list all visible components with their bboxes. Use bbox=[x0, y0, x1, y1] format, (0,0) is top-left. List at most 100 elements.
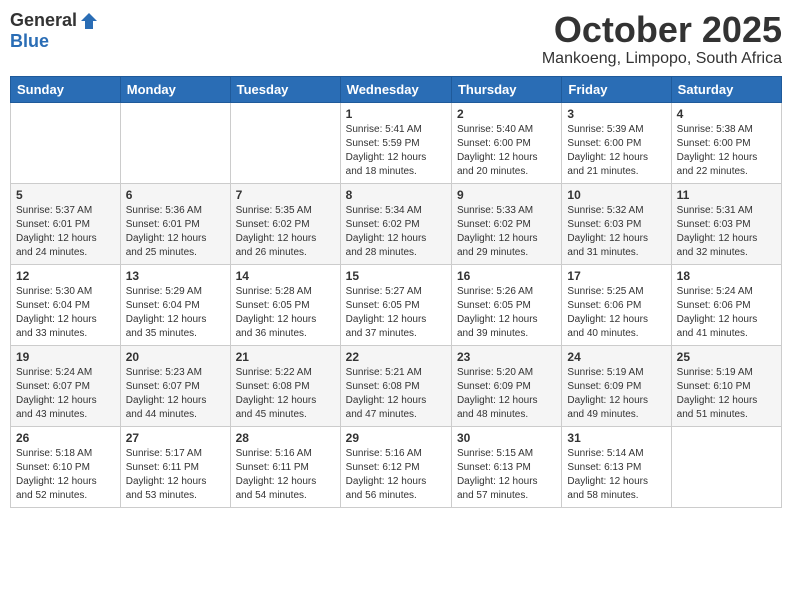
day-number: 25 bbox=[677, 350, 776, 364]
calendar-day-cell: 27 Sunrise: 5:17 AM Sunset: 6:11 PM Dayli… bbox=[120, 426, 230, 507]
day-number: 18 bbox=[677, 269, 776, 283]
calendar-day-cell: 30Sunrise: 5:15 AM Sunset: 6:13 PM Dayli… bbox=[451, 426, 561, 507]
day-info: Sunrise: 5:22 AM Sunset: 6:08 PM Dayligh… bbox=[236, 366, 335, 422]
day-number: 20 bbox=[126, 350, 225, 364]
day-number: 8 bbox=[346, 188, 446, 202]
day-info: Sunrise: 5:34 AM Sunset: 6:02 PM Dayligh… bbox=[346, 204, 446, 260]
day-info: Sunrise: 5:16 AM Sunset: 6:12 PM Dayligh… bbox=[346, 447, 446, 503]
calendar-day-cell: 29Sunrise: 5:16 AM Sunset: 6:12 PM Dayli… bbox=[340, 426, 451, 507]
day-info: Sunrise: 5:39 AM Sunset: 6:00 PM Dayligh… bbox=[567, 123, 665, 179]
calendar-day-cell: 4 Sunrise: 5:38 AM Sunset: 6:00 PM Daylig… bbox=[671, 102, 781, 183]
day-number: 2 bbox=[457, 107, 556, 121]
day-info: Sunrise: 5:18 AM Sunset: 6:10 PM Dayligh… bbox=[16, 447, 115, 503]
calendar-day-cell: 28 Sunrise: 5:16 AM Sunset: 6:11 PM Dayli… bbox=[230, 426, 340, 507]
day-info: Sunrise: 5:17 AM Sunset: 6:11 PM Dayligh… bbox=[126, 447, 225, 503]
calendar-day-cell: 16 Sunrise: 5:26 AM Sunset: 6:05 PM Dayli… bbox=[451, 264, 561, 345]
calendar-day-cell: 25 Sunrise: 5:19 AM Sunset: 6:10 PM Dayli… bbox=[671, 345, 781, 426]
calendar-day-cell bbox=[11, 102, 121, 183]
calendar-day-cell: 1Sunrise: 5:41 AM Sunset: 5:59 PM Daylig… bbox=[340, 102, 451, 183]
calendar-day-cell: 2 Sunrise: 5:40 AM Sunset: 6:00 PM Daylig… bbox=[451, 102, 561, 183]
weekday-header: Monday bbox=[120, 76, 230, 102]
day-info: Sunrise: 5:40 AM Sunset: 6:00 PM Dayligh… bbox=[457, 123, 556, 179]
day-info: Sunrise: 5:24 AM Sunset: 6:07 PM Dayligh… bbox=[16, 366, 115, 422]
logo-icon bbox=[79, 11, 99, 31]
day-number: 23 bbox=[457, 350, 556, 364]
day-info: Sunrise: 5:16 AM Sunset: 6:11 PM Dayligh… bbox=[236, 447, 335, 503]
calendar-day-cell: 11Sunrise: 5:31 AM Sunset: 6:03 PM Dayli… bbox=[671, 183, 781, 264]
calendar-day-cell bbox=[671, 426, 781, 507]
weekday-header: Tuesday bbox=[230, 76, 340, 102]
day-info: Sunrise: 5:38 AM Sunset: 6:00 PM Dayligh… bbox=[677, 123, 776, 179]
day-info: Sunrise: 5:19 AM Sunset: 6:09 PM Dayligh… bbox=[567, 366, 665, 422]
day-info: Sunrise: 5:26 AM Sunset: 6:05 PM Dayligh… bbox=[457, 285, 556, 341]
calendar-day-cell bbox=[230, 102, 340, 183]
day-info: Sunrise: 5:35 AM Sunset: 6:02 PM Dayligh… bbox=[236, 204, 335, 260]
calendar-day-cell: 10Sunrise: 5:32 AM Sunset: 6:03 PM Dayli… bbox=[562, 183, 671, 264]
calendar-day-cell: 15 Sunrise: 5:27 AM Sunset: 6:05 PM Dayli… bbox=[340, 264, 451, 345]
day-number: 13 bbox=[126, 269, 225, 283]
calendar-day-cell: 19 Sunrise: 5:24 AM Sunset: 6:07 PM Dayli… bbox=[11, 345, 121, 426]
day-info: Sunrise: 5:30 AM Sunset: 6:04 PM Dayligh… bbox=[16, 285, 115, 341]
day-number: 9 bbox=[457, 188, 556, 202]
title-block: October 2025 Mankoeng, Limpopo, South Af… bbox=[542, 10, 782, 68]
day-info: Sunrise: 5:36 AM Sunset: 6:01 PM Dayligh… bbox=[126, 204, 225, 260]
calendar-day-cell: 7 Sunrise: 5:35 AM Sunset: 6:02 PM Daylig… bbox=[230, 183, 340, 264]
weekday-header: Saturday bbox=[671, 76, 781, 102]
day-number: 26 bbox=[16, 431, 115, 445]
calendar-day-cell: 13Sunrise: 5:29 AM Sunset: 6:04 PM Dayli… bbox=[120, 264, 230, 345]
calendar-day-cell bbox=[120, 102, 230, 183]
weekday-header: Thursday bbox=[451, 76, 561, 102]
day-number: 1 bbox=[346, 107, 446, 121]
day-info: Sunrise: 5:23 AM Sunset: 6:07 PM Dayligh… bbox=[126, 366, 225, 422]
day-number: 15 bbox=[346, 269, 446, 283]
calendar-day-cell: 26 Sunrise: 5:18 AM Sunset: 6:10 PM Dayli… bbox=[11, 426, 121, 507]
day-info: Sunrise: 5:37 AM Sunset: 6:01 PM Dayligh… bbox=[16, 204, 115, 260]
day-info: Sunrise: 5:21 AM Sunset: 6:08 PM Dayligh… bbox=[346, 366, 446, 422]
day-number: 12 bbox=[16, 269, 115, 283]
day-number: 5 bbox=[16, 188, 115, 202]
calendar-day-cell: 31Sunrise: 5:14 AM Sunset: 6:13 PM Dayli… bbox=[562, 426, 671, 507]
calendar-day-cell: 23Sunrise: 5:20 AM Sunset: 6:09 PM Dayli… bbox=[451, 345, 561, 426]
day-info: Sunrise: 5:19 AM Sunset: 6:10 PM Dayligh… bbox=[677, 366, 776, 422]
weekday-header: Wednesday bbox=[340, 76, 451, 102]
calendar-day-cell: 12 Sunrise: 5:30 AM Sunset: 6:04 PM Dayli… bbox=[11, 264, 121, 345]
day-info: Sunrise: 5:14 AM Sunset: 6:13 PM Dayligh… bbox=[567, 447, 665, 503]
day-info: Sunrise: 5:28 AM Sunset: 6:05 PM Dayligh… bbox=[236, 285, 335, 341]
day-number: 28 bbox=[236, 431, 335, 445]
calendar-day-cell: 3Sunrise: 5:39 AM Sunset: 6:00 PM Daylig… bbox=[562, 102, 671, 183]
day-number: 4 bbox=[677, 107, 776, 121]
calendar-day-cell: 14 Sunrise: 5:28 AM Sunset: 6:05 PM Dayli… bbox=[230, 264, 340, 345]
day-number: 7 bbox=[236, 188, 335, 202]
day-info: Sunrise: 5:27 AM Sunset: 6:05 PM Dayligh… bbox=[346, 285, 446, 341]
day-number: 17 bbox=[567, 269, 665, 283]
day-number: 24 bbox=[567, 350, 665, 364]
day-number: 14 bbox=[236, 269, 335, 283]
calendar-table: SundayMondayTuesdayWednesdayThursdayFrid… bbox=[10, 76, 782, 508]
weekday-header: Sunday bbox=[11, 76, 121, 102]
calendar-day-cell: 17 Sunrise: 5:25 AM Sunset: 6:06 PM Dayli… bbox=[562, 264, 671, 345]
calendar-day-cell: 18 Sunrise: 5:24 AM Sunset: 6:06 PM Dayli… bbox=[671, 264, 781, 345]
calendar-day-cell: 5 Sunrise: 5:37 AM Sunset: 6:01 PM Daylig… bbox=[11, 183, 121, 264]
page-header: General Blue October 2025 Mankoeng, Limp… bbox=[10, 10, 782, 68]
day-info: Sunrise: 5:15 AM Sunset: 6:13 PM Dayligh… bbox=[457, 447, 556, 503]
calendar-day-cell: 22 Sunrise: 5:21 AM Sunset: 6:08 PM Dayli… bbox=[340, 345, 451, 426]
day-number: 22 bbox=[346, 350, 446, 364]
day-number: 10 bbox=[567, 188, 665, 202]
calendar-header-row: SundayMondayTuesdayWednesdayThursdayFrid… bbox=[11, 76, 782, 102]
calendar-week-row: 26 Sunrise: 5:18 AM Sunset: 6:10 PM Dayli… bbox=[11, 426, 782, 507]
day-number: 27 bbox=[126, 431, 225, 445]
day-info: Sunrise: 5:31 AM Sunset: 6:03 PM Dayligh… bbox=[677, 204, 776, 260]
logo-general-text: General bbox=[10, 10, 77, 31]
day-number: 16 bbox=[457, 269, 556, 283]
calendar-day-cell: 8 Sunrise: 5:34 AM Sunset: 6:02 PM Daylig… bbox=[340, 183, 451, 264]
day-info: Sunrise: 5:24 AM Sunset: 6:06 PM Dayligh… bbox=[677, 285, 776, 341]
calendar-day-cell: 20 Sunrise: 5:23 AM Sunset: 6:07 PM Dayli… bbox=[120, 345, 230, 426]
weekday-header: Friday bbox=[562, 76, 671, 102]
day-info: Sunrise: 5:33 AM Sunset: 6:02 PM Dayligh… bbox=[457, 204, 556, 260]
day-info: Sunrise: 5:25 AM Sunset: 6:06 PM Dayligh… bbox=[567, 285, 665, 341]
logo-blue-text: Blue bbox=[10, 31, 49, 52]
day-number: 21 bbox=[236, 350, 335, 364]
day-number: 6 bbox=[126, 188, 225, 202]
logo: General Blue bbox=[10, 10, 99, 52]
day-number: 19 bbox=[16, 350, 115, 364]
